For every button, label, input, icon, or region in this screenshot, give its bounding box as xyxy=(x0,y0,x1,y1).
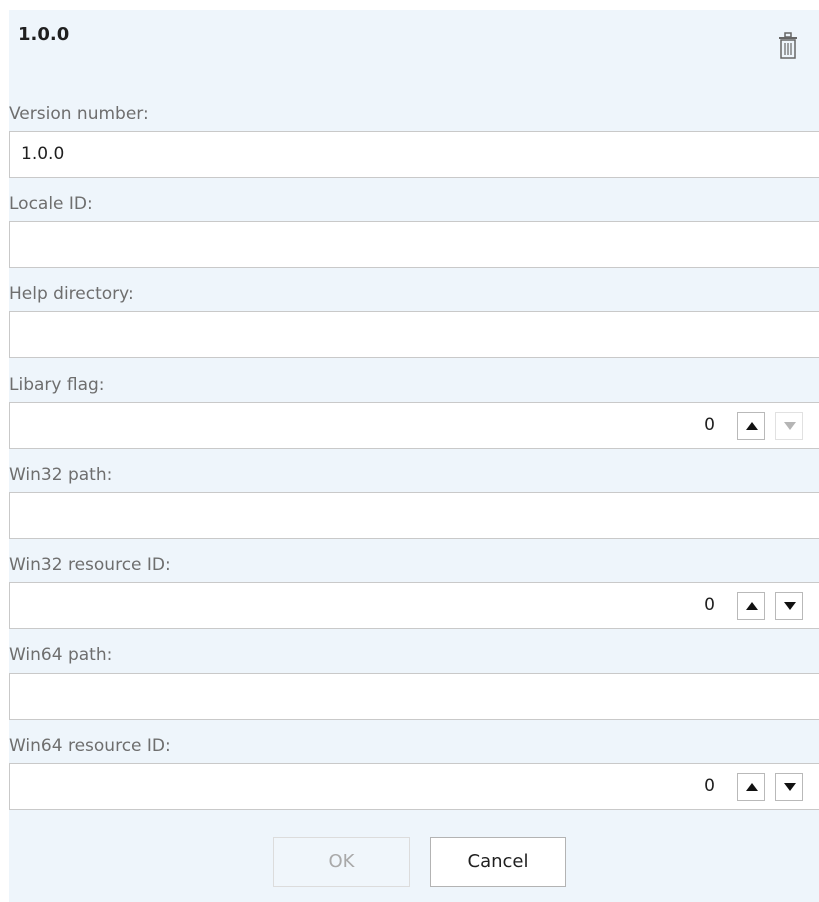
win32-resource-id-label: Win32 resource ID: xyxy=(9,555,171,575)
help-directory-input[interactable] xyxy=(9,311,819,358)
chevron-up-icon xyxy=(746,602,758,610)
help-directory-label: Help directory: xyxy=(9,284,134,304)
win64-resource-id-increment-button[interactable] xyxy=(737,773,765,801)
win32-resource-id-decrement-button[interactable] xyxy=(775,592,803,620)
win32-path-input[interactable] xyxy=(9,492,819,539)
trash-icon[interactable] xyxy=(777,31,799,63)
locale-id-input[interactable] xyxy=(9,221,819,268)
version-number-value: 1.0.0 xyxy=(21,144,65,164)
chevron-down-icon xyxy=(784,422,796,430)
locale-id-label: Locale ID: xyxy=(9,194,93,214)
library-flag-label: Libary flag: xyxy=(9,375,105,395)
version-number-label: Version number: xyxy=(9,104,149,124)
chevron-down-icon xyxy=(784,602,796,610)
chevron-up-icon xyxy=(746,783,758,791)
library-flag-stepper[interactable]: 0 xyxy=(9,402,819,449)
library-flag-decrement-button[interactable] xyxy=(775,412,803,440)
ok-button[interactable]: OK xyxy=(273,837,410,887)
version-number-input[interactable]: 1.0.0 xyxy=(9,131,819,178)
win32-resource-id-increment-button[interactable] xyxy=(737,592,765,620)
library-flag-increment-button[interactable] xyxy=(737,412,765,440)
cancel-button[interactable]: Cancel xyxy=(430,837,566,887)
chevron-down-icon xyxy=(784,783,796,791)
win64-resource-id-label: Win64 resource ID: xyxy=(9,736,171,756)
win32-resource-id-stepper[interactable]: 0 xyxy=(9,582,819,629)
win32-resource-id-value: 0 xyxy=(704,595,715,615)
win32-path-label: Win32 path: xyxy=(9,465,113,485)
win64-path-input[interactable] xyxy=(9,673,819,720)
library-flag-value: 0 xyxy=(704,415,715,435)
win64-resource-id-stepper[interactable]: 0 xyxy=(9,763,819,810)
version-title: 1.0.0 xyxy=(18,24,70,45)
win64-resource-id-value: 0 xyxy=(704,776,715,796)
win64-path-label: Win64 path: xyxy=(9,645,113,665)
chevron-up-icon xyxy=(746,422,758,430)
win64-resource-id-decrement-button[interactable] xyxy=(775,773,803,801)
